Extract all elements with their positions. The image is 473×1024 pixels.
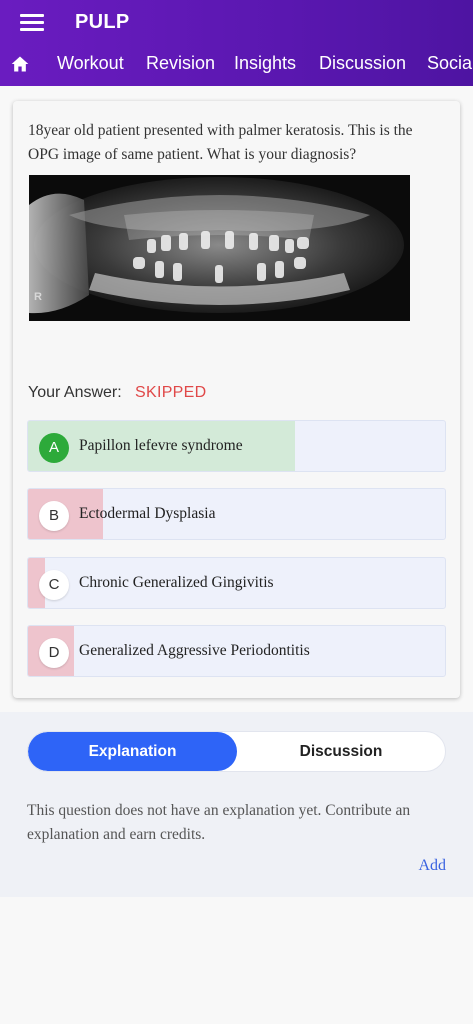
option-letter-badge: C <box>39 570 69 600</box>
question-card: 18year old patient presented with palmer… <box>13 101 460 698</box>
option-c[interactable]: C Chronic Generalized Gingivitis <box>27 557 446 609</box>
option-text: Generalized Aggressive Periodontitis <box>79 642 310 659</box>
option-letter-badge: D <box>39 638 69 668</box>
option-b[interactable]: B Ectodermal Dysplasia <box>27 488 446 540</box>
option-letter-badge: A <box>39 433 69 463</box>
explanation-discussion-toggle: Explanation Discussion <box>27 731 446 772</box>
nav-tabs: Workout Revision Insights Discussion Soc… <box>0 48 473 82</box>
option-letter-badge: B <box>39 501 69 531</box>
option-text: Chronic Generalized Gingivitis <box>79 574 274 591</box>
your-answer-label: Your Answer: <box>28 384 122 401</box>
hamburger-menu-icon[interactable] <box>20 14 44 34</box>
option-text: Ectodermal Dysplasia <box>79 505 216 522</box>
tab-insights[interactable]: Insights <box>234 53 296 74</box>
question-text: 18year old patient presented with palmer… <box>28 122 413 163</box>
option-text: Papillon lefevre syndrome <box>79 437 243 454</box>
explanation-section: Explanation Discussion This question doe… <box>0 712 473 897</box>
option-a[interactable]: A Papillon lefevre syndrome <box>27 420 446 472</box>
discussion-tab[interactable]: Discussion <box>237 732 445 771</box>
home-icon[interactable] <box>10 54 30 74</box>
tab-workout[interactable]: Workout <box>57 53 124 74</box>
opg-xray-image: R <box>29 175 410 321</box>
add-explanation-link[interactable]: Add <box>418 857 446 875</box>
app-bar: PULP Workout Revision Insights Discussio… <box>0 0 473 86</box>
option-d[interactable]: D Generalized Aggressive Periodontitis <box>27 625 446 677</box>
image-side-marker: R <box>34 291 42 303</box>
explanation-text: This question does not have an explanati… <box>27 802 411 843</box>
tab-revision[interactable]: Revision <box>146 53 215 74</box>
app-title: PULP <box>75 11 130 33</box>
answer-status: SKIPPED <box>135 384 207 401</box>
explanation-tab[interactable]: Explanation <box>28 732 237 771</box>
tab-discussion[interactable]: Discussion <box>319 53 406 74</box>
tab-social[interactable]: Social <box>427 53 473 74</box>
